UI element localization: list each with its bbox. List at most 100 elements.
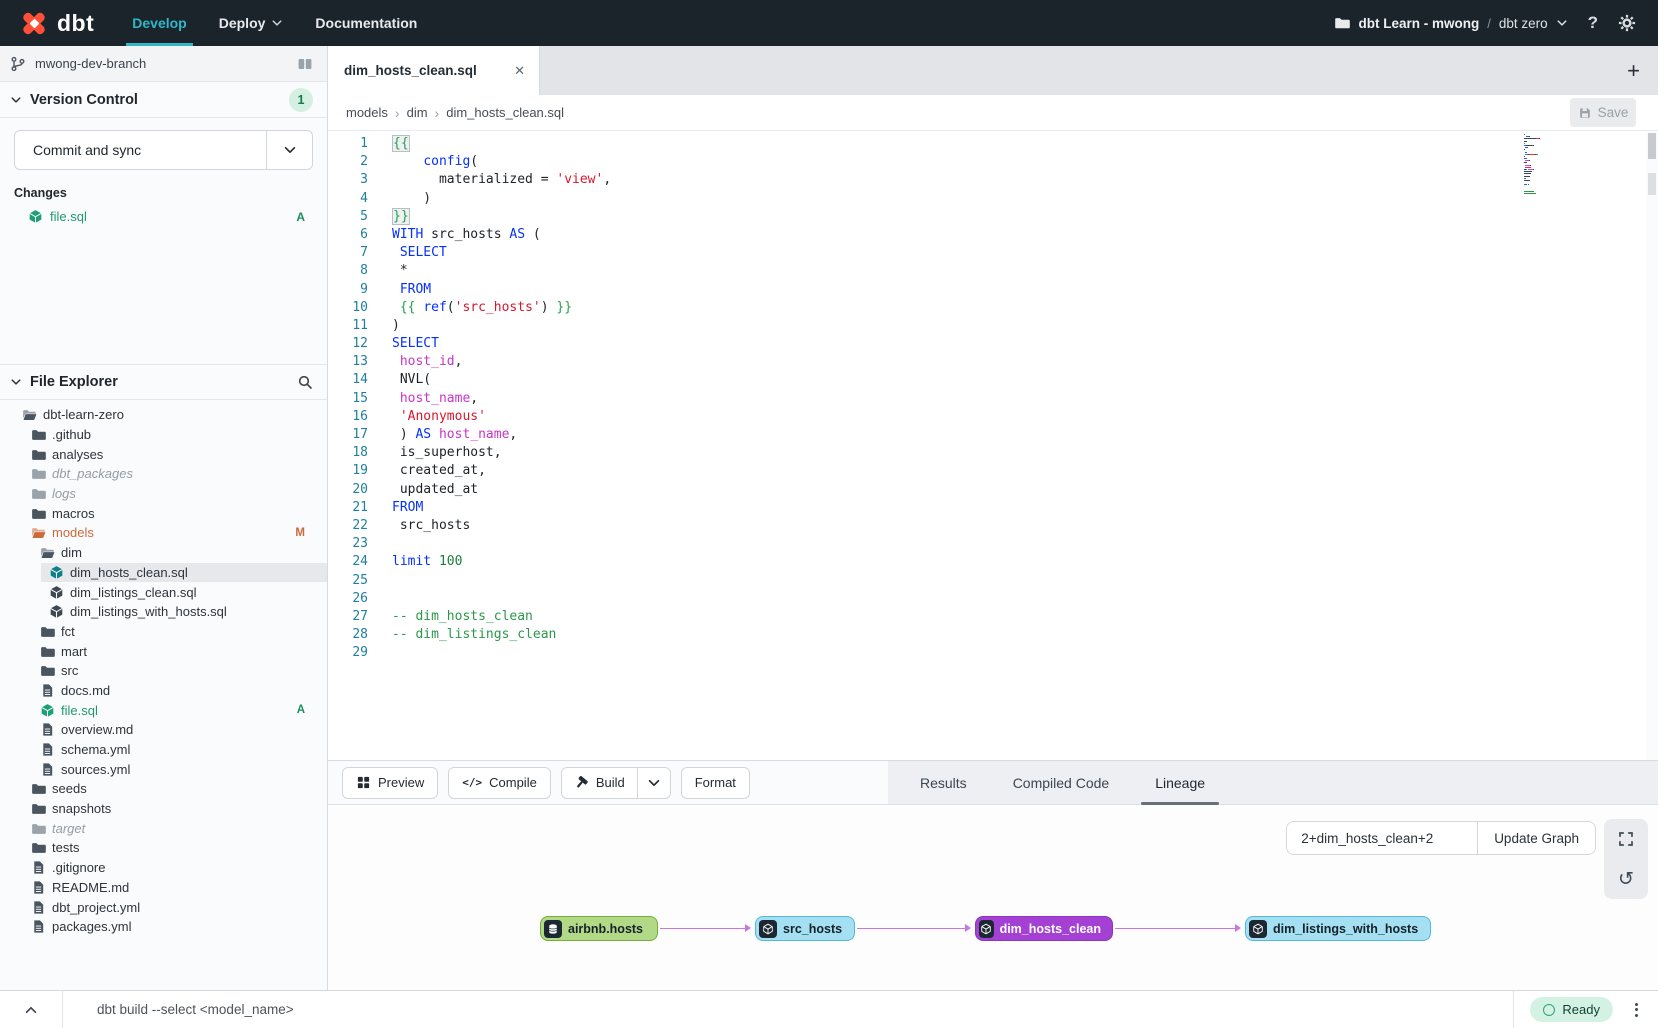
minimap[interactable] <box>1524 134 1562 197</box>
folder-icon <box>40 644 55 659</box>
account-switcher[interactable]: dbt Learn - mwong / dbt zero <box>1334 15 1567 31</box>
tree-item-seeds[interactable]: seeds <box>0 779 327 799</box>
version-control-header[interactable]: Version Control 1 <box>0 82 327 118</box>
changed-file-file.sql[interactable]: file.sqlA <box>0 206 327 227</box>
code-line: 5}} <box>328 208 1658 226</box>
scrollbar[interactable] <box>1646 131 1658 760</box>
code-line: 25 <box>328 572 1658 590</box>
kebab-menu-icon[interactable] <box>1631 999 1642 1021</box>
build-options-chevron[interactable] <box>637 768 670 798</box>
tree-item-fct[interactable]: fct <box>0 622 327 642</box>
menu-develop[interactable]: Develop <box>120 0 198 46</box>
tab-compiled-code[interactable]: Compiled Code <box>1013 775 1110 791</box>
tree-item-target[interactable]: target <box>0 818 327 838</box>
save-button[interactable]: Save <box>1570 98 1636 127</box>
line-number: 15 <box>328 390 368 408</box>
tab-dim-hosts-clean[interactable]: dim_hosts_clean.sql ✕ <box>328 46 540 95</box>
tree-item-logs[interactable]: logs <box>0 484 327 504</box>
scrollbar-thumb[interactable] <box>1648 133 1656 159</box>
build-button[interactable]: Build <box>562 768 637 798</box>
preview-button[interactable]: Preview <box>342 767 438 799</box>
code-line: 10 {{ ref('src_hosts') }} <box>328 299 1658 317</box>
code-editor[interactable]: 1{{2 config(3 materialized = 'view',4 )5… <box>328 131 1658 760</box>
breadcrumb-item[interactable]: dim_hosts_clean.sql <box>446 105 564 120</box>
tree-item-tests[interactable]: tests <box>0 838 327 858</box>
tree-item-name: schema.yml <box>61 742 305 757</box>
lineage-edge <box>857 928 966 929</box>
code-line: 22 src_hosts <box>328 517 1658 535</box>
docs-book-icon[interactable] <box>297 56 313 72</box>
folder-icon <box>31 840 46 855</box>
line-number: 4 <box>328 190 368 208</box>
tree-item-macros[interactable]: macros <box>0 503 327 523</box>
help-button[interactable]: ? <box>1588 13 1598 33</box>
file-explorer-header[interactable]: File Explorer <box>0 364 327 400</box>
code-line: 26 <box>328 590 1658 608</box>
line-number: 2 <box>328 153 368 171</box>
tree-item-docs-md[interactable]: docs.md <box>0 681 327 701</box>
branch-bar[interactable]: mwong-dev-branch <box>0 46 327 82</box>
breadcrumb-item[interactable]: models <box>346 105 388 120</box>
breadcrumb-row: models›dim›dim_hosts_clean.sql Save <box>328 95 1658 131</box>
new-tab-button[interactable]: + <box>1609 58 1658 84</box>
changes-list: file.sqlA <box>0 206 327 227</box>
gear-icon[interactable] <box>1618 14 1636 32</box>
commit-and-sync-button[interactable]: Commit and sync <box>14 130 313 170</box>
tree-item-name: logs <box>52 486 305 501</box>
folder-icon <box>31 781 46 796</box>
tree-item-mart[interactable]: mart <box>0 641 327 661</box>
tree-item-dbt-project-yml[interactable]: dbt_project.yml <box>0 897 327 917</box>
tree-item-readme-md[interactable]: README.md <box>0 878 327 898</box>
dbt-logo[interactable]: dbt <box>0 0 120 46</box>
lineage-node-src-hosts[interactable]: src_hosts <box>755 916 855 941</box>
tree-item-sources-yml[interactable]: sources.yml <box>0 759 327 779</box>
tree-item--github[interactable]: .github <box>0 425 327 445</box>
line-number: 6 <box>328 226 368 244</box>
breadcrumb-item[interactable]: dim <box>407 105 428 120</box>
cube-line-icon <box>980 923 992 935</box>
tree-item--gitignore[interactable]: .gitignore <box>0 858 327 878</box>
tree-item-dim-listings-clean-sql[interactable]: dim_listings_clean.sql <box>0 582 327 602</box>
tree-item-dbt-packages[interactable]: dbt_packages <box>0 464 327 484</box>
menu-deploy[interactable]: Deploy <box>207 0 296 46</box>
tree-item-overview-md[interactable]: overview.md <box>0 720 327 740</box>
menu-documentation[interactable]: Documentation <box>303 0 429 46</box>
format-button[interactable]: Format <box>681 767 750 799</box>
tab-results[interactable]: Results <box>920 775 967 791</box>
tree-item-analyses[interactable]: analyses <box>0 444 327 464</box>
lineage-node-airbnb-hosts[interactable]: airbnb.hosts <box>540 916 658 941</box>
tab-lineage[interactable]: Lineage <box>1155 775 1205 791</box>
lineage-node-dim-hosts-clean[interactable]: dim_hosts_clean <box>975 916 1113 941</box>
close-icon[interactable]: ✕ <box>514 63 525 79</box>
tree-item-snapshots[interactable]: snapshots <box>0 799 327 819</box>
tree-item-dim[interactable]: dim <box>0 543 327 563</box>
tree-item-name: target <box>52 821 305 836</box>
search-icon[interactable] <box>297 374 313 390</box>
chevron-up-icon <box>24 1003 38 1017</box>
compile-button[interactable]: </>Compile <box>448 767 551 799</box>
tree-item-packages-yml[interactable]: packages.yml <box>0 917 327 937</box>
tree-item-dim-listings-with-hosts-sql[interactable]: dim_listings_with_hosts.sql <box>0 602 327 622</box>
reset-view-button[interactable]: ↺ <box>1609 864 1643 894</box>
lineage-node-dim-listings-with-hosts[interactable]: dim_listings_with_hosts <box>1245 916 1431 941</box>
collapse-command-bar-button[interactable] <box>0 1003 62 1017</box>
line-number: 23 <box>328 535 368 553</box>
tree-item-dim-hosts-clean-sql[interactable]: dim_hosts_clean.sql <box>0 563 327 583</box>
tree-item-name: sources.yml <box>61 762 305 777</box>
tree-item-name: dbt_project.yml <box>52 900 305 915</box>
line-number: 11 <box>328 317 368 335</box>
fullscreen-button[interactable] <box>1609 824 1643 854</box>
tree-item-file-sql[interactable]: file.sqlA <box>0 700 327 720</box>
cube-icon <box>40 703 55 718</box>
tree-item-src[interactable]: src <box>0 661 327 681</box>
tree-item-models[interactable]: modelsM <box>0 523 327 543</box>
commit-options-chevron[interactable] <box>266 131 312 169</box>
tree-item-schema-yml[interactable]: schema.yml <box>0 740 327 760</box>
lineage-selector-input[interactable] <box>1287 822 1477 854</box>
tree-item-dbt-learn-zero[interactable]: dbt-learn-zero <box>0 405 327 425</box>
command-input[interactable]: dbt build --select <model_name> <box>62 991 1513 1028</box>
top-nav: dbt DevelopDeployDocumentation dbt Learn… <box>0 0 1658 46</box>
tree-item-name: overview.md <box>61 722 305 737</box>
code-line: 2 config( <box>328 153 1658 171</box>
update-graph-button[interactable]: Update Graph <box>1477 822 1595 854</box>
